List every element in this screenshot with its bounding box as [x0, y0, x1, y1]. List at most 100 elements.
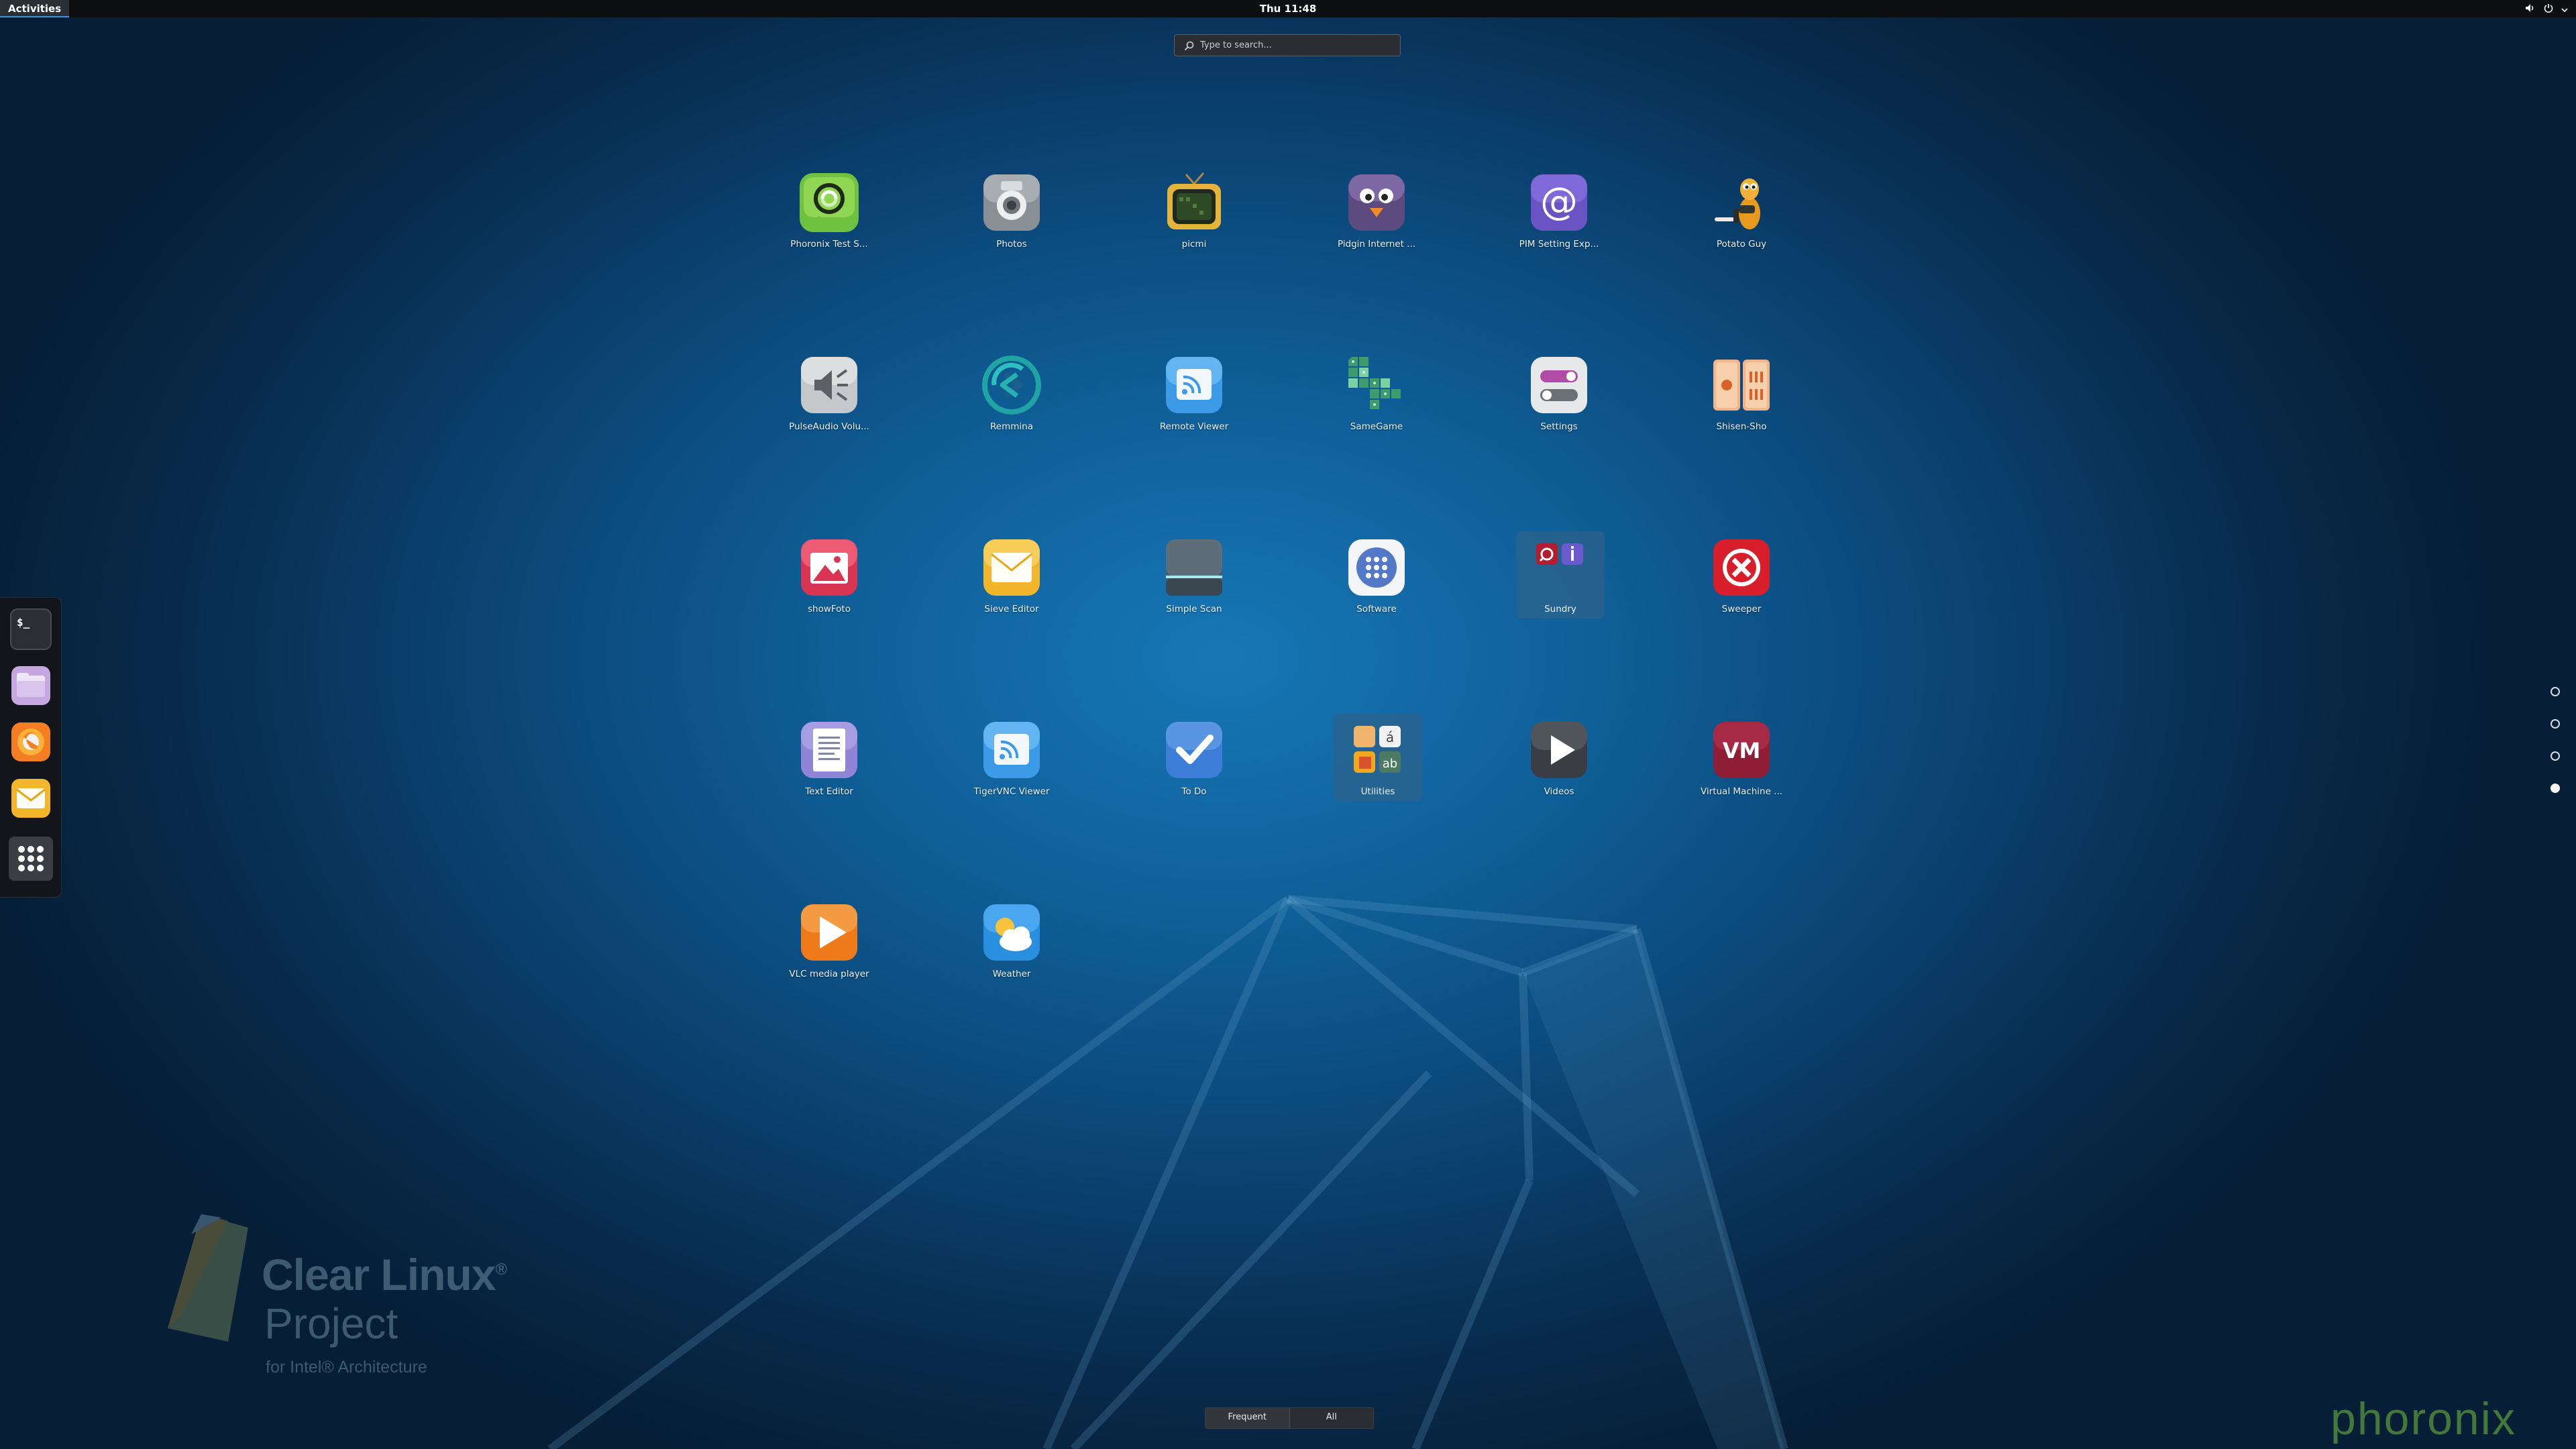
app-label: Potato Guy: [1716, 239, 1767, 250]
phoronix-test-suite-icon: [800, 173, 859, 232]
potato-guy-icon: [1715, 178, 1760, 229]
svg-text:ab: ab: [1383, 757, 1397, 771]
svg-text:@: @: [1540, 180, 1578, 223]
page-indicator-3[interactable]: [2551, 751, 2560, 761]
firefox-icon: [11, 722, 50, 761]
app-picmi[interactable]: picmi: [1120, 172, 1268, 299]
dash-show-applications[interactable]: [9, 837, 53, 881]
app-label: PIM Setting Exp...: [1519, 239, 1599, 250]
speaker-icon: [801, 357, 857, 413]
search-input[interactable]: [1200, 35, 1395, 56]
pidgin-bird-icon: [1348, 174, 1405, 231]
app-remmina[interactable]: Remmina: [938, 354, 1085, 482]
clock[interactable]: Thu 11:48: [1221, 0, 1355, 17]
app-label: Utilities: [1360, 786, 1395, 797]
sweeper-x-icon: [1713, 539, 1770, 596]
app-label: Shisen-Sho: [1716, 421, 1767, 432]
top-bar: Activities Thu 11:48: [0, 0, 2576, 17]
app-sieve-editor[interactable]: Sieve Editor: [938, 537, 1085, 664]
dash-item-terminal[interactable]: $_: [9, 607, 53, 651]
weather-icon: [983, 904, 1040, 961]
dash: $_: [0, 597, 62, 898]
volume-icon[interactable]: [2525, 3, 2536, 15]
dash-item-files[interactable]: [9, 663, 53, 708]
all-button[interactable]: All: [1289, 1408, 1373, 1428]
app-label: Sieve Editor: [984, 604, 1039, 614]
remote-viewer-icon: [1166, 357, 1222, 413]
app-potato-guy[interactable]: Potato Guy: [1668, 172, 1815, 299]
wallpaper: [168, 895, 1788, 1449]
app-samegame[interactable]: SameGame: [1303, 354, 1450, 482]
app-label: SameGame: [1350, 421, 1403, 432]
app-simple-scan[interactable]: Simple Scan: [1120, 537, 1268, 664]
mahjong-tiles-icon: [1713, 360, 1770, 411]
clear-linux-intel-text: for Intel® Architecture: [266, 1358, 427, 1377]
app-sweeper[interactable]: Sweeper: [1668, 537, 1815, 664]
app-label: picmi: [1181, 239, 1207, 250]
app-videos[interactable]: Videos: [1485, 719, 1633, 847]
system-tray[interactable]: [2525, 0, 2568, 17]
app-label: Settings: [1540, 421, 1578, 432]
view-switcher: Frequent All: [1205, 1407, 1374, 1429]
clear-linux-logo-text: Clear Linux®: [262, 1250, 507, 1299]
terminal-prompt: $_: [17, 616, 30, 629]
search-box[interactable]: [1174, 34, 1401, 56]
app-label: VLC media player: [789, 969, 869, 979]
camera-icon: [983, 174, 1040, 231]
power-icon[interactable]: [2544, 3, 2553, 15]
play-icon: [1531, 722, 1587, 778]
app-label: showFoto: [808, 604, 851, 614]
text-document-icon: [801, 722, 857, 778]
show-applications-icon: [18, 846, 44, 871]
terminal-icon: $_: [10, 608, 52, 650]
picture-icon: [801, 539, 857, 596]
app-weather[interactable]: Weather: [938, 902, 1085, 1029]
scanner-icon: [1166, 539, 1222, 596]
activities-button[interactable]: Activities: [0, 0, 70, 17]
clear-linux-project-text: Project: [264, 1299, 398, 1348]
vlc-play-icon: [801, 904, 857, 961]
app-vlc[interactable]: VLC media player: [755, 902, 903, 1029]
app-label: Remote Viewer: [1159, 421, 1229, 432]
app-label: Pidgin Internet ...: [1337, 239, 1416, 250]
dash-item-mail[interactable]: [9, 776, 53, 820]
page-indicator-4-active[interactable]: [2551, 784, 2560, 793]
utilities-folder-icon: á ab: [1354, 726, 1401, 773]
app-shisen-sho[interactable]: Shisen-Sho: [1668, 354, 1815, 482]
app-label: Phoronix Test S...: [790, 239, 868, 250]
remmina-icon: [982, 356, 1041, 415]
app-label: Remmina: [990, 421, 1033, 432]
app-label: Photos: [996, 239, 1027, 250]
page-indicator-2[interactable]: [2551, 719, 2560, 729]
phoronix-watermark: phoronix: [2330, 1393, 2516, 1444]
app-remote-viewer[interactable]: Remote Viewer: [1120, 354, 1268, 482]
app-virtual-machine-manager[interactable]: VM Virtual Machine ...: [1668, 719, 1815, 847]
app-phoronix-test-suite[interactable]: Phoronix Test S...: [755, 172, 903, 299]
app-software[interactable]: Software: [1303, 537, 1450, 664]
page-indicator-1[interactable]: [2551, 687, 2560, 696]
app-to-do[interactable]: To Do: [1120, 719, 1268, 847]
app-label: Text Editor: [805, 786, 853, 797]
app-settings[interactable]: Settings: [1485, 354, 1633, 482]
files-folder-icon: [11, 666, 50, 705]
app-label: Sundry: [1544, 604, 1576, 614]
folder-sundry[interactable]: Sundry: [1516, 531, 1605, 619]
chevron-down-icon[interactable]: [2561, 3, 2568, 15]
tv-icon: [1167, 172, 1221, 229]
app-pidgin[interactable]: Pidgin Internet ...: [1303, 172, 1450, 299]
app-text-editor[interactable]: Text Editor: [755, 719, 903, 847]
dash-item-firefox[interactable]: [9, 720, 53, 764]
app-label: Virtual Machine ...: [1700, 786, 1783, 797]
app-showfoto[interactable]: showFoto: [755, 537, 903, 664]
app-pulseaudio[interactable]: PulseAudio Volu...: [755, 354, 903, 482]
app-pim-setting-exporter[interactable]: @ PIM Setting Exp...: [1485, 172, 1633, 299]
vm-icon: VM: [1713, 722, 1770, 778]
app-label: Software: [1356, 604, 1397, 614]
app-photos[interactable]: Photos: [938, 172, 1085, 299]
app-tigervnc[interactable]: TigerVNC Viewer: [938, 719, 1085, 847]
app-label: Videos: [1544, 786, 1574, 797]
frequent-button[interactable]: Frequent: [1205, 1408, 1290, 1428]
app-label: Sweeper: [1721, 604, 1762, 614]
checkmark-icon: [1166, 722, 1222, 778]
folder-utilities[interactable]: á ab Utilities: [1334, 714, 1422, 801]
